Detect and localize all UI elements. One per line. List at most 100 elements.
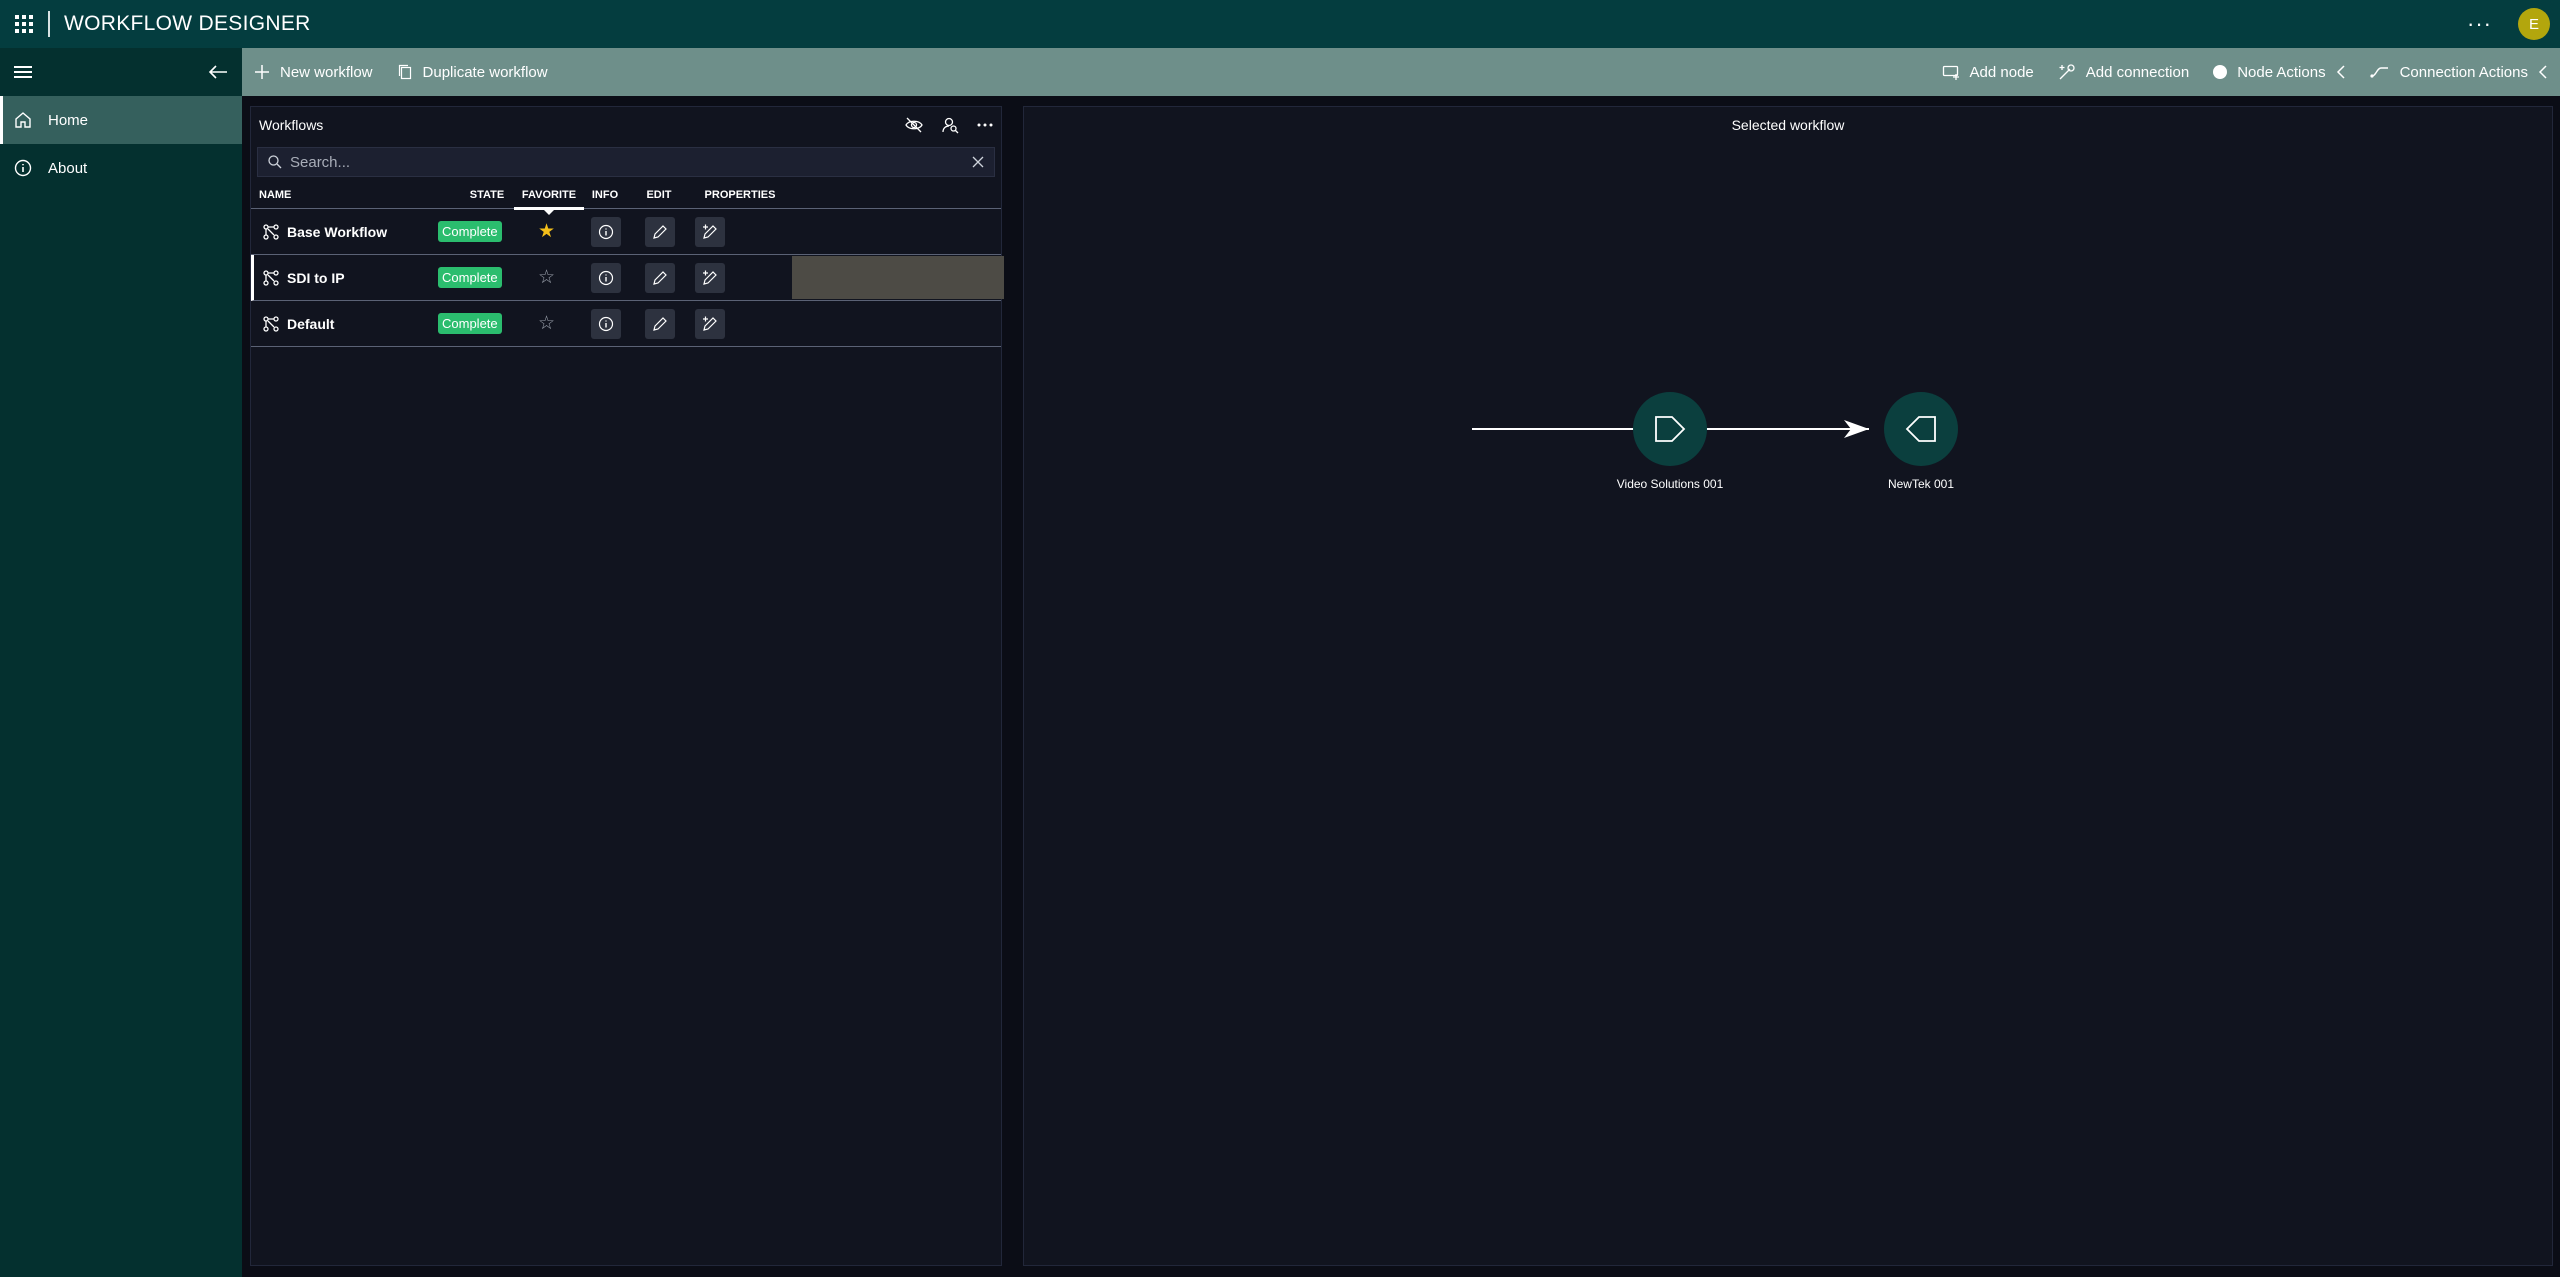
workflow-name-cell: Default <box>263 301 334 346</box>
favorite-star-filled-icon[interactable]: ★ <box>538 220 555 243</box>
pencil-icon <box>653 224 667 239</box>
workflows-table: NAME STATE FAVORITE INFO EDIT PROPERTIES… <box>251 181 1004 347</box>
info-button[interactable] <box>591 308 621 339</box>
node-actions-menu[interactable]: Node Actions <box>2201 48 2357 96</box>
add-node-label: Add node <box>1969 63 2034 81</box>
workflow-name: Default <box>287 315 335 332</box>
edit-button[interactable] <box>645 216 675 247</box>
node-label: NewTek 001 <box>1887 477 1955 491</box>
add-connection-icon <box>2059 64 2075 80</box>
column-header-favorite-label: FAVORITE <box>521 189 577 201</box>
pencil-icon <box>653 270 667 285</box>
edit-properties-icon <box>703 316 717 331</box>
edit-button[interactable] <box>645 308 675 339</box>
chevron-left-icon <box>2538 65 2547 79</box>
edit-properties-icon <box>703 224 717 239</box>
column-header-edit[interactable]: EDIT <box>639 181 679 209</box>
info-icon <box>598 316 614 331</box>
source-node-icon <box>1655 416 1686 442</box>
column-header-properties[interactable]: PROPERTIES <box>700 181 780 209</box>
workflows-panel-header: Workflows <box>251 107 1001 143</box>
connection-edge[interactable] <box>1024 107 2552 507</box>
edit-cell <box>645 301 675 346</box>
command-bar: New workflow Duplicate workflow Add node… <box>242 48 2560 96</box>
column-header-info[interactable]: INFO <box>585 181 625 209</box>
workflow-node-source[interactable] <box>1633 392 1707 466</box>
header-actions: ··· E <box>2467 0 2550 48</box>
sidebar-header <box>0 48 242 96</box>
app-launcher-button[interactable] <box>0 0 48 48</box>
user-avatar[interactable]: E <box>2518 8 2550 40</box>
workflow-node-destination[interactable] <box>1884 392 1958 466</box>
duplicate-workflow-button[interactable]: Duplicate workflow <box>385 48 560 96</box>
column-header-name[interactable]: NAME <box>259 181 291 209</box>
status-badge: Complete <box>438 267 502 288</box>
info-icon <box>598 270 614 285</box>
workflow-icon <box>263 315 279 332</box>
properties-button[interactable] <box>695 216 725 247</box>
node-actions-icon <box>2213 65 2228 79</box>
hamburger-menu-icon[interactable] <box>14 66 32 78</box>
edit-button[interactable] <box>645 262 675 293</box>
new-workflow-button[interactable]: New workflow <box>242 48 385 96</box>
favorite-cell: ☆ <box>538 255 555 300</box>
more-options-button[interactable]: ··· <box>2467 11 2492 37</box>
search-icon <box>268 155 282 169</box>
properties-cell <box>695 255 725 300</box>
plus-icon <box>255 65 269 79</box>
header-divider <box>48 11 50 37</box>
workflows-panel: Workflows NAME STATE FAVORITE INFO EDIT … <box>250 106 1004 1266</box>
workflow-name: Base Workflow <box>287 223 388 240</box>
table-row[interactable]: SDI to IP Complete ☆ <box>251 255 1004 301</box>
add-connection-button[interactable]: Add connection <box>2046 48 2201 96</box>
info-button[interactable] <box>591 216 621 247</box>
home-icon <box>15 112 31 128</box>
user-search-icon[interactable] <box>941 116 959 134</box>
chevron-left-icon <box>2336 65 2345 79</box>
state-cell: Complete <box>438 255 502 300</box>
properties-cell <box>695 301 725 346</box>
table-row[interactable]: Default Complete ☆ <box>251 301 1001 347</box>
sidebar-item-home[interactable]: Home <box>0 96 242 144</box>
clear-search-icon[interactable] <box>972 156 984 168</box>
search-input[interactable] <box>290 153 972 171</box>
search-box <box>257 147 995 177</box>
workflow-icon <box>263 223 279 240</box>
hide-icon[interactable] <box>905 117 923 133</box>
workflow-name-cell: Base Workflow <box>263 209 387 254</box>
column-header-favorite[interactable]: FAVORITE <box>514 181 584 215</box>
edit-cell <box>645 209 675 254</box>
destination-node-icon <box>1905 416 1936 442</box>
info-button[interactable] <box>591 262 621 293</box>
collapse-sidebar-icon[interactable] <box>208 64 228 80</box>
properties-button[interactable] <box>695 262 725 293</box>
add-node-button[interactable]: Add node <box>1930 48 2046 96</box>
more-icon[interactable] <box>977 122 993 128</box>
column-header-state[interactable]: STATE <box>457 181 517 209</box>
duplicate-workflow-label: Duplicate workflow <box>422 63 548 81</box>
connection-actions-label: Connection Actions <box>2399 63 2528 81</box>
favorite-star-outline-icon[interactable]: ☆ <box>538 312 555 335</box>
info-icon <box>598 224 614 239</box>
favorite-cell: ☆ <box>538 301 555 346</box>
table-row[interactable]: Base Workflow Complete ★ <box>251 209 1001 255</box>
app-title: WORKFLOW DESIGNER <box>64 12 311 35</box>
command-bar-right: Add node Add connection Node Actions Con… <box>1930 48 2560 96</box>
sidebar-item-about[interactable]: About <box>0 144 242 192</box>
table-header: NAME STATE FAVORITE INFO EDIT PROPERTIES <box>251 181 1001 215</box>
new-workflow-label: New workflow <box>280 63 373 81</box>
info-cell <box>591 301 621 346</box>
favorite-star-outline-icon[interactable]: ☆ <box>538 266 555 289</box>
connection-actions-menu[interactable]: Connection Actions <box>2358 48 2560 96</box>
workflow-name-cell: SDI to IP <box>263 255 345 300</box>
favorite-cell: ★ <box>538 209 555 254</box>
copy-icon <box>398 64 411 80</box>
connection-actions-icon <box>2369 67 2388 78</box>
top-header: WORKFLOW DESIGNER ··· E <box>0 0 2560 48</box>
workflow-name: SDI to IP <box>287 269 345 286</box>
properties-button[interactable] <box>695 308 725 339</box>
workflows-panel-actions <box>905 116 993 134</box>
node-actions-label: Node Actions <box>2237 63 2326 81</box>
pencil-icon <box>653 316 667 331</box>
node-label: Video Solutions 001 <box>1616 477 1724 491</box>
